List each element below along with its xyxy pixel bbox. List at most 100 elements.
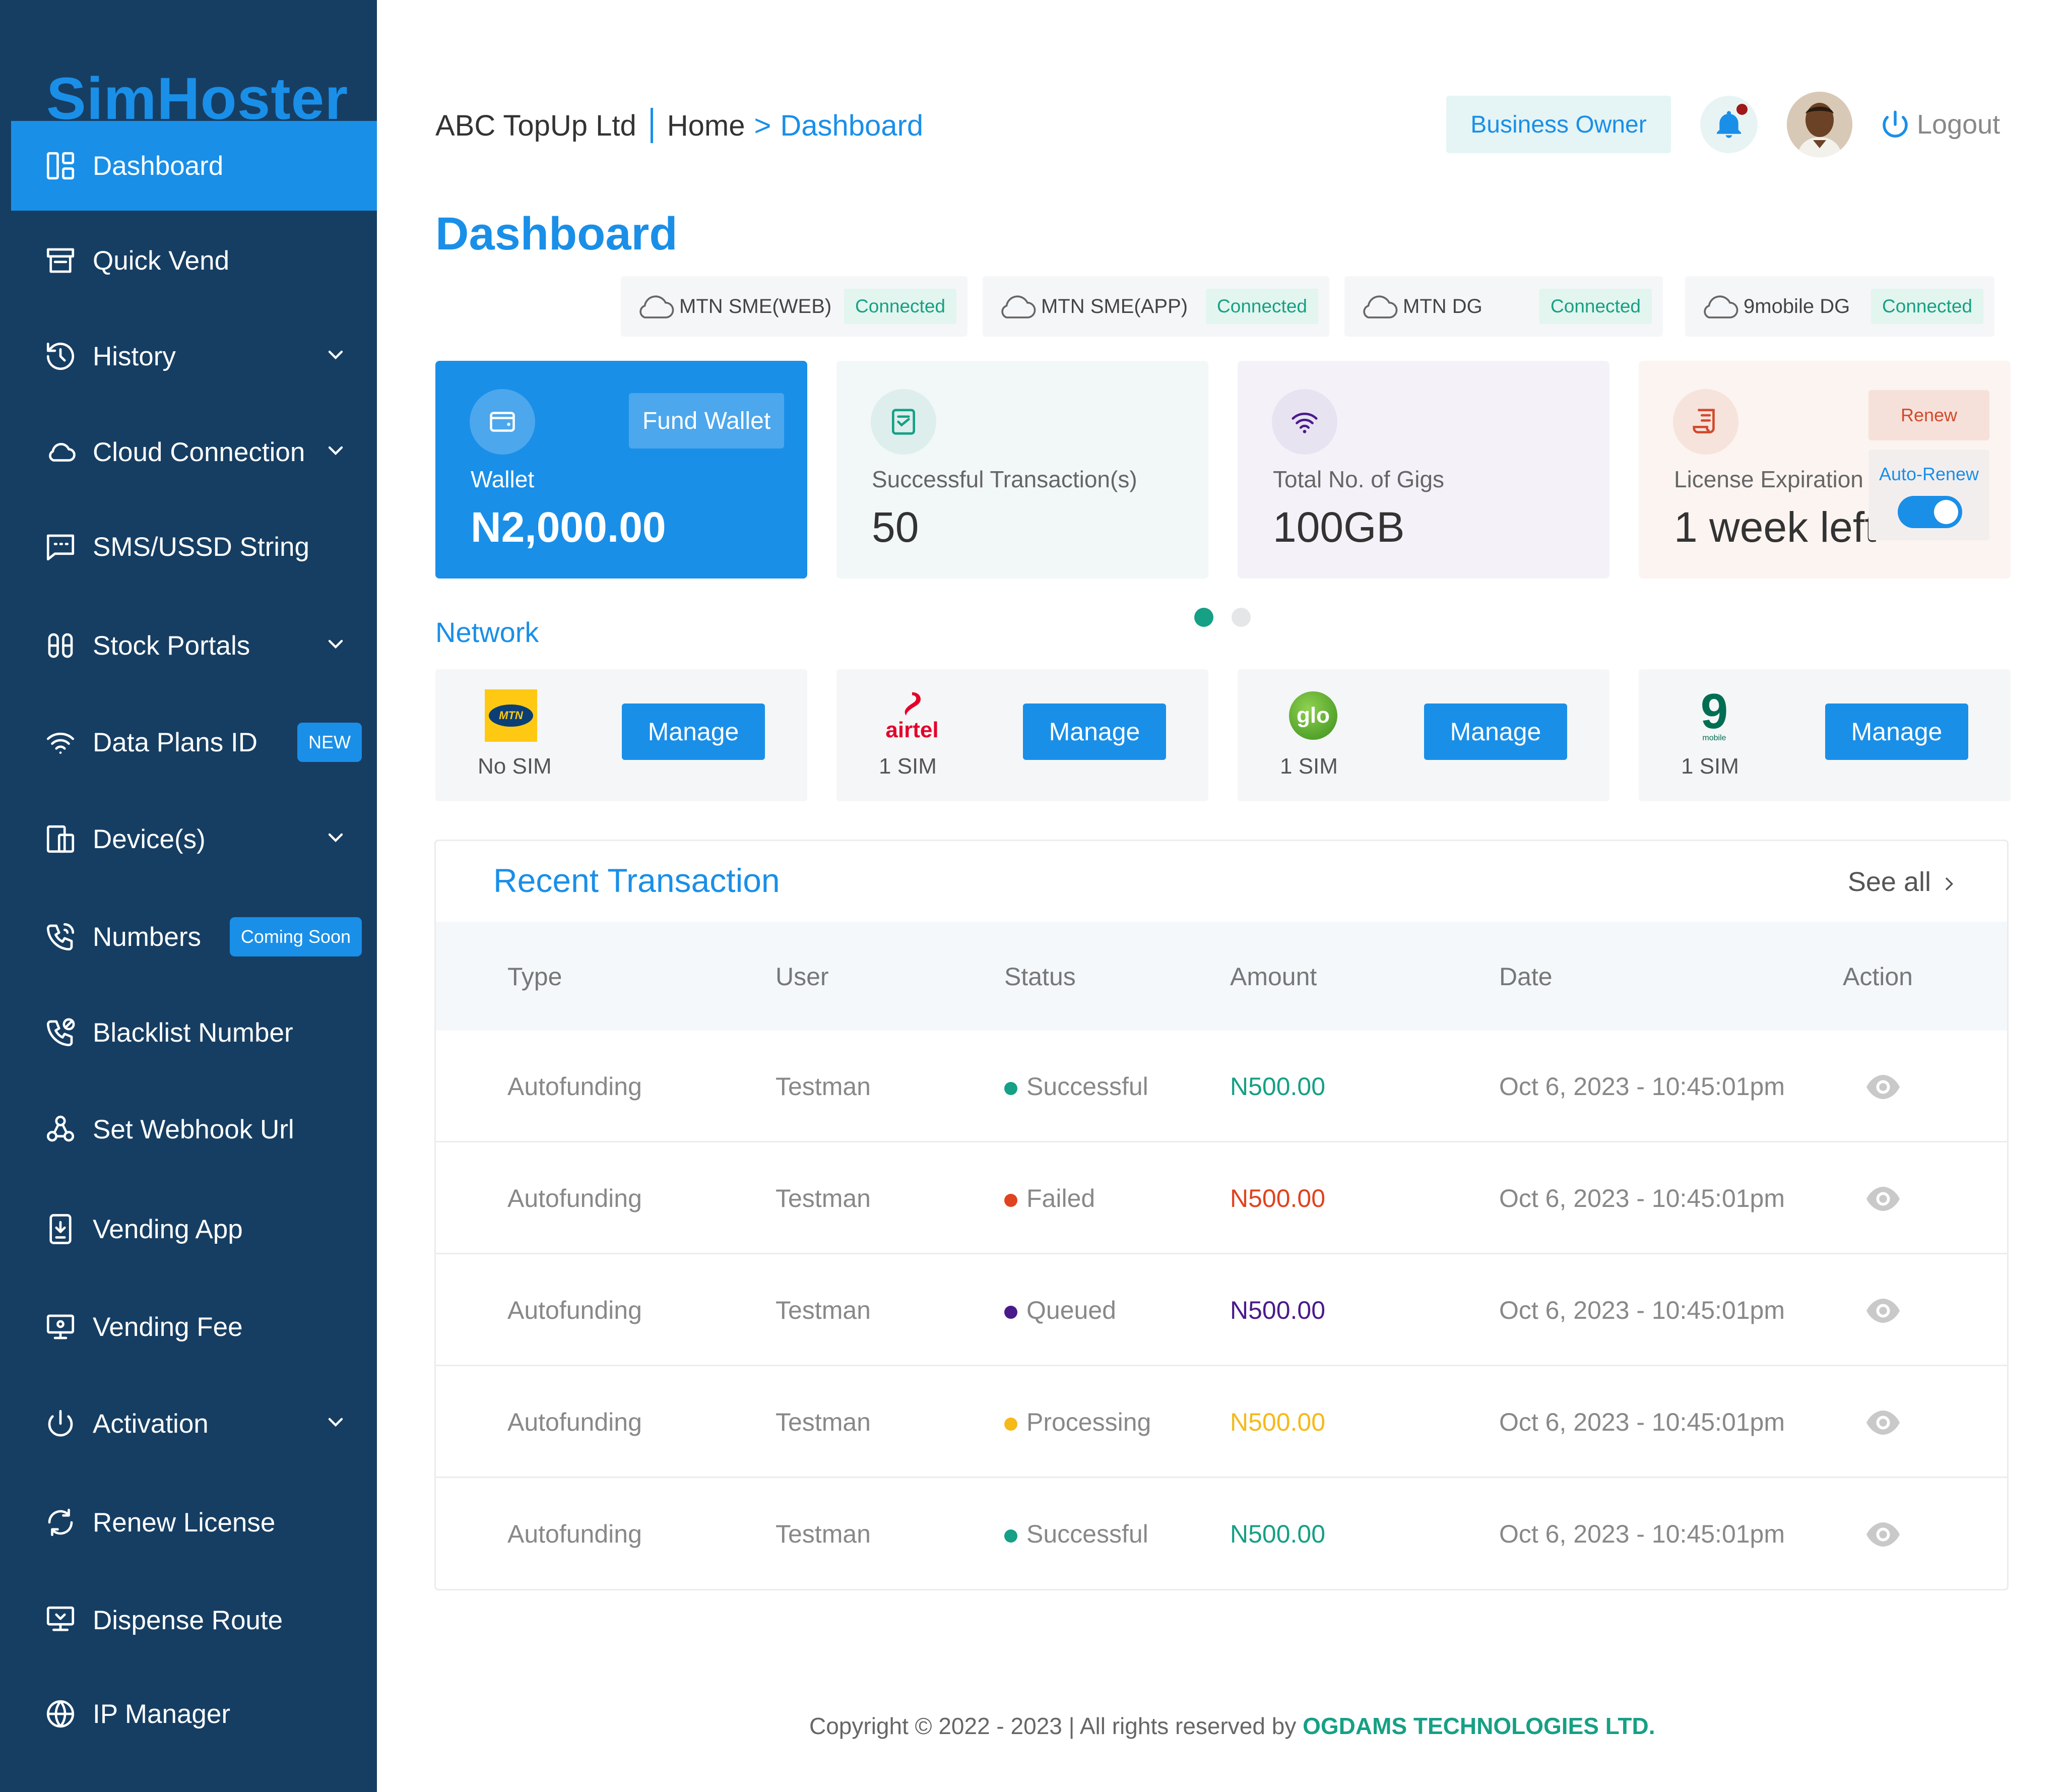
logout-label: Logout xyxy=(1917,109,2001,140)
manage-button[interactable]: Manage xyxy=(1825,703,1968,760)
certificate-icon xyxy=(1673,389,1738,455)
sidebar-item-blacklist-number[interactable]: Blacklist Number xyxy=(11,988,377,1077)
connection-pill[interactable]: MTN SME(WEB) Connected xyxy=(621,276,968,337)
auto-renew-toggle[interactable] xyxy=(1898,496,1962,528)
eye-icon[interactable] xyxy=(1865,1407,1901,1438)
sim-count: 1 SIM xyxy=(1280,754,1338,779)
status-dot xyxy=(1004,1305,1017,1319)
carousel-dots xyxy=(1194,608,1251,627)
sliders-icon-wrap xyxy=(42,627,79,664)
sidebar-item-numbers[interactable]: Numbers Coming Soon xyxy=(11,892,377,982)
sidebar-item-dashboard[interactable]: Dashboard xyxy=(11,121,377,211)
sidebar-item-activation[interactable]: Activation xyxy=(11,1379,377,1468)
recent-transactions-title: Recent Transaction xyxy=(493,862,780,899)
sidebar-item-device-s[interactable]: Device(s) xyxy=(11,794,377,884)
cloud-icon xyxy=(49,442,76,462)
carousel-dot[interactable] xyxy=(1194,608,1213,627)
see-all-label: See all xyxy=(1847,867,1931,897)
connection-pill[interactable]: 9mobile DG Connected xyxy=(1685,276,1994,337)
sidebar-item-history[interactable]: History xyxy=(11,311,377,401)
role-button[interactable]: Business Owner xyxy=(1446,96,1671,153)
manage-button[interactable]: Manage xyxy=(622,703,765,760)
breadcrumb-divider xyxy=(650,108,653,143)
sidebar-item-set-webhook-url[interactable]: Set Webhook Url xyxy=(11,1084,377,1174)
network-logo: airtel xyxy=(884,687,940,744)
renew-button[interactable]: Renew xyxy=(1868,390,1989,440)
see-all-link[interactable]: See all xyxy=(1848,866,1959,898)
table-row: Autofunding Testman Failed N500.00 Oct 6, 20… xyxy=(436,1142,2007,1254)
sidebar-badge: NEW xyxy=(297,723,362,762)
cell-type: Autofunding xyxy=(507,1520,642,1548)
table-row: Autofunding Testman Successful N500.00 Oct 6… xyxy=(436,1478,2007,1589)
manage-button[interactable]: Manage xyxy=(1023,703,1166,760)
sidebar-item-vending-fee[interactable]: Vending Fee xyxy=(11,1282,377,1372)
cell-amount: N500.00 xyxy=(1230,1520,1326,1548)
recent-transactions-panel: Recent Transaction See all Type User Sta… xyxy=(434,840,2009,1590)
table-row: Autofunding Testman Queued N500.00 Oct 6, 20… xyxy=(436,1254,2007,1366)
cloud-icon xyxy=(1001,295,1036,318)
sidebar-item-label: Quick Vend xyxy=(93,245,230,276)
sidebar-item-quick-vend[interactable]: Quick Vend xyxy=(11,216,377,305)
sidebar-item-label: Activation xyxy=(93,1409,209,1439)
connection-pill[interactable]: MTN DG Connected xyxy=(1344,276,1663,337)
sidebar-item-renew-license[interactable]: Renew License xyxy=(11,1478,377,1567)
cell-amount: N500.00 xyxy=(1230,1296,1326,1324)
manage-button[interactable]: Manage xyxy=(1424,703,1567,760)
column-header-user: User xyxy=(776,963,829,991)
breadcrumb-current: Dashboard xyxy=(780,109,924,142)
status-dot xyxy=(1004,1193,1017,1207)
sidebar-item-cloud-connection[interactable]: Cloud Connection xyxy=(11,407,377,497)
sidebar-item-sms-ussd-string[interactable]: SMS/USSD String xyxy=(11,502,377,592)
logout-button[interactable]: Logout xyxy=(1879,108,2000,141)
power-icon-wrap xyxy=(42,1405,79,1442)
wifi-icon xyxy=(46,732,75,754)
chevron-down-icon xyxy=(328,639,343,649)
avatar[interactable] xyxy=(1787,92,1852,157)
eye-icon[interactable] xyxy=(1865,1072,1901,1102)
checklist-icon xyxy=(871,389,936,455)
airtel-logo: airtel xyxy=(885,689,939,743)
refresh-icon-wrap xyxy=(42,1504,79,1541)
breadcrumb: ABC TopUp Ltd Home > Dashboard xyxy=(435,108,923,143)
status-label: Successful xyxy=(1026,1072,1148,1101)
sidebar-item-data-plans-id[interactable]: Data Plans ID NEW xyxy=(11,697,377,787)
gigs-label: Total No. of Gigs xyxy=(1273,466,1445,492)
sidebar-item-vending-app[interactable]: Vending App xyxy=(11,1184,377,1274)
footer-company: OGDAMS TECHNOLOGIES LTD. xyxy=(1303,1713,1655,1739)
connection-name: MTN SME(WEB) xyxy=(679,295,832,317)
mtn-logo: MTN xyxy=(485,689,537,742)
cell-date: Oct 6, 2023 - 10:45:01pm xyxy=(1499,1520,1785,1548)
phone-icon-wrap xyxy=(42,919,79,955)
eye-icon[interactable] xyxy=(1865,1296,1901,1326)
sidebar-item-label: Device(s) xyxy=(93,824,206,854)
notifications-button[interactable] xyxy=(1700,96,1758,153)
eye-icon[interactable] xyxy=(1865,1519,1901,1550)
sidebar-item-label: History xyxy=(93,341,176,371)
message-icon xyxy=(46,534,75,561)
wallet-card: Fund Wallet Wallet N2,000.00 xyxy=(435,361,807,579)
history-icon xyxy=(46,342,75,370)
cell-type: Autofunding xyxy=(507,1296,642,1324)
fund-wallet-button[interactable]: Fund Wallet xyxy=(629,393,784,449)
cell-type: Autofunding xyxy=(507,1072,642,1101)
carousel-dot[interactable] xyxy=(1232,608,1251,627)
auto-renew-panel: Auto-Renew xyxy=(1868,450,1989,540)
webhook-icon xyxy=(46,1115,75,1142)
sidebar-item-label: IP Manager xyxy=(93,1699,231,1729)
breadcrumb-home[interactable]: Home xyxy=(667,109,745,143)
sidebar-item-stock-portals[interactable]: Stock Portals xyxy=(11,601,377,690)
sim-count: 1 SIM xyxy=(1681,754,1739,779)
sidebar-item-label: Blacklist Number xyxy=(93,1017,293,1048)
connection-pill[interactable]: MTN SME(APP) Connected xyxy=(983,276,1329,337)
sidebar-item-ip-manager[interactable]: IP Manager xyxy=(11,1669,377,1759)
sidebar-item-dispense-route[interactable]: Dispense Route xyxy=(11,1575,377,1665)
status-dot xyxy=(1004,1417,1017,1431)
status-label: Processing xyxy=(1026,1408,1151,1436)
column-header-action: Action xyxy=(1843,963,1913,991)
dashboard-icon-wrap xyxy=(42,148,79,184)
eye-icon[interactable] xyxy=(1865,1184,1901,1214)
network-card-glo: glo 1 SIM Manage xyxy=(1238,669,1609,801)
network-card-mtn: MTN No SIM Manage xyxy=(435,669,807,801)
connection-status-badge: Connected xyxy=(1871,289,1983,324)
connection-status-badge: Connected xyxy=(1539,289,1652,324)
